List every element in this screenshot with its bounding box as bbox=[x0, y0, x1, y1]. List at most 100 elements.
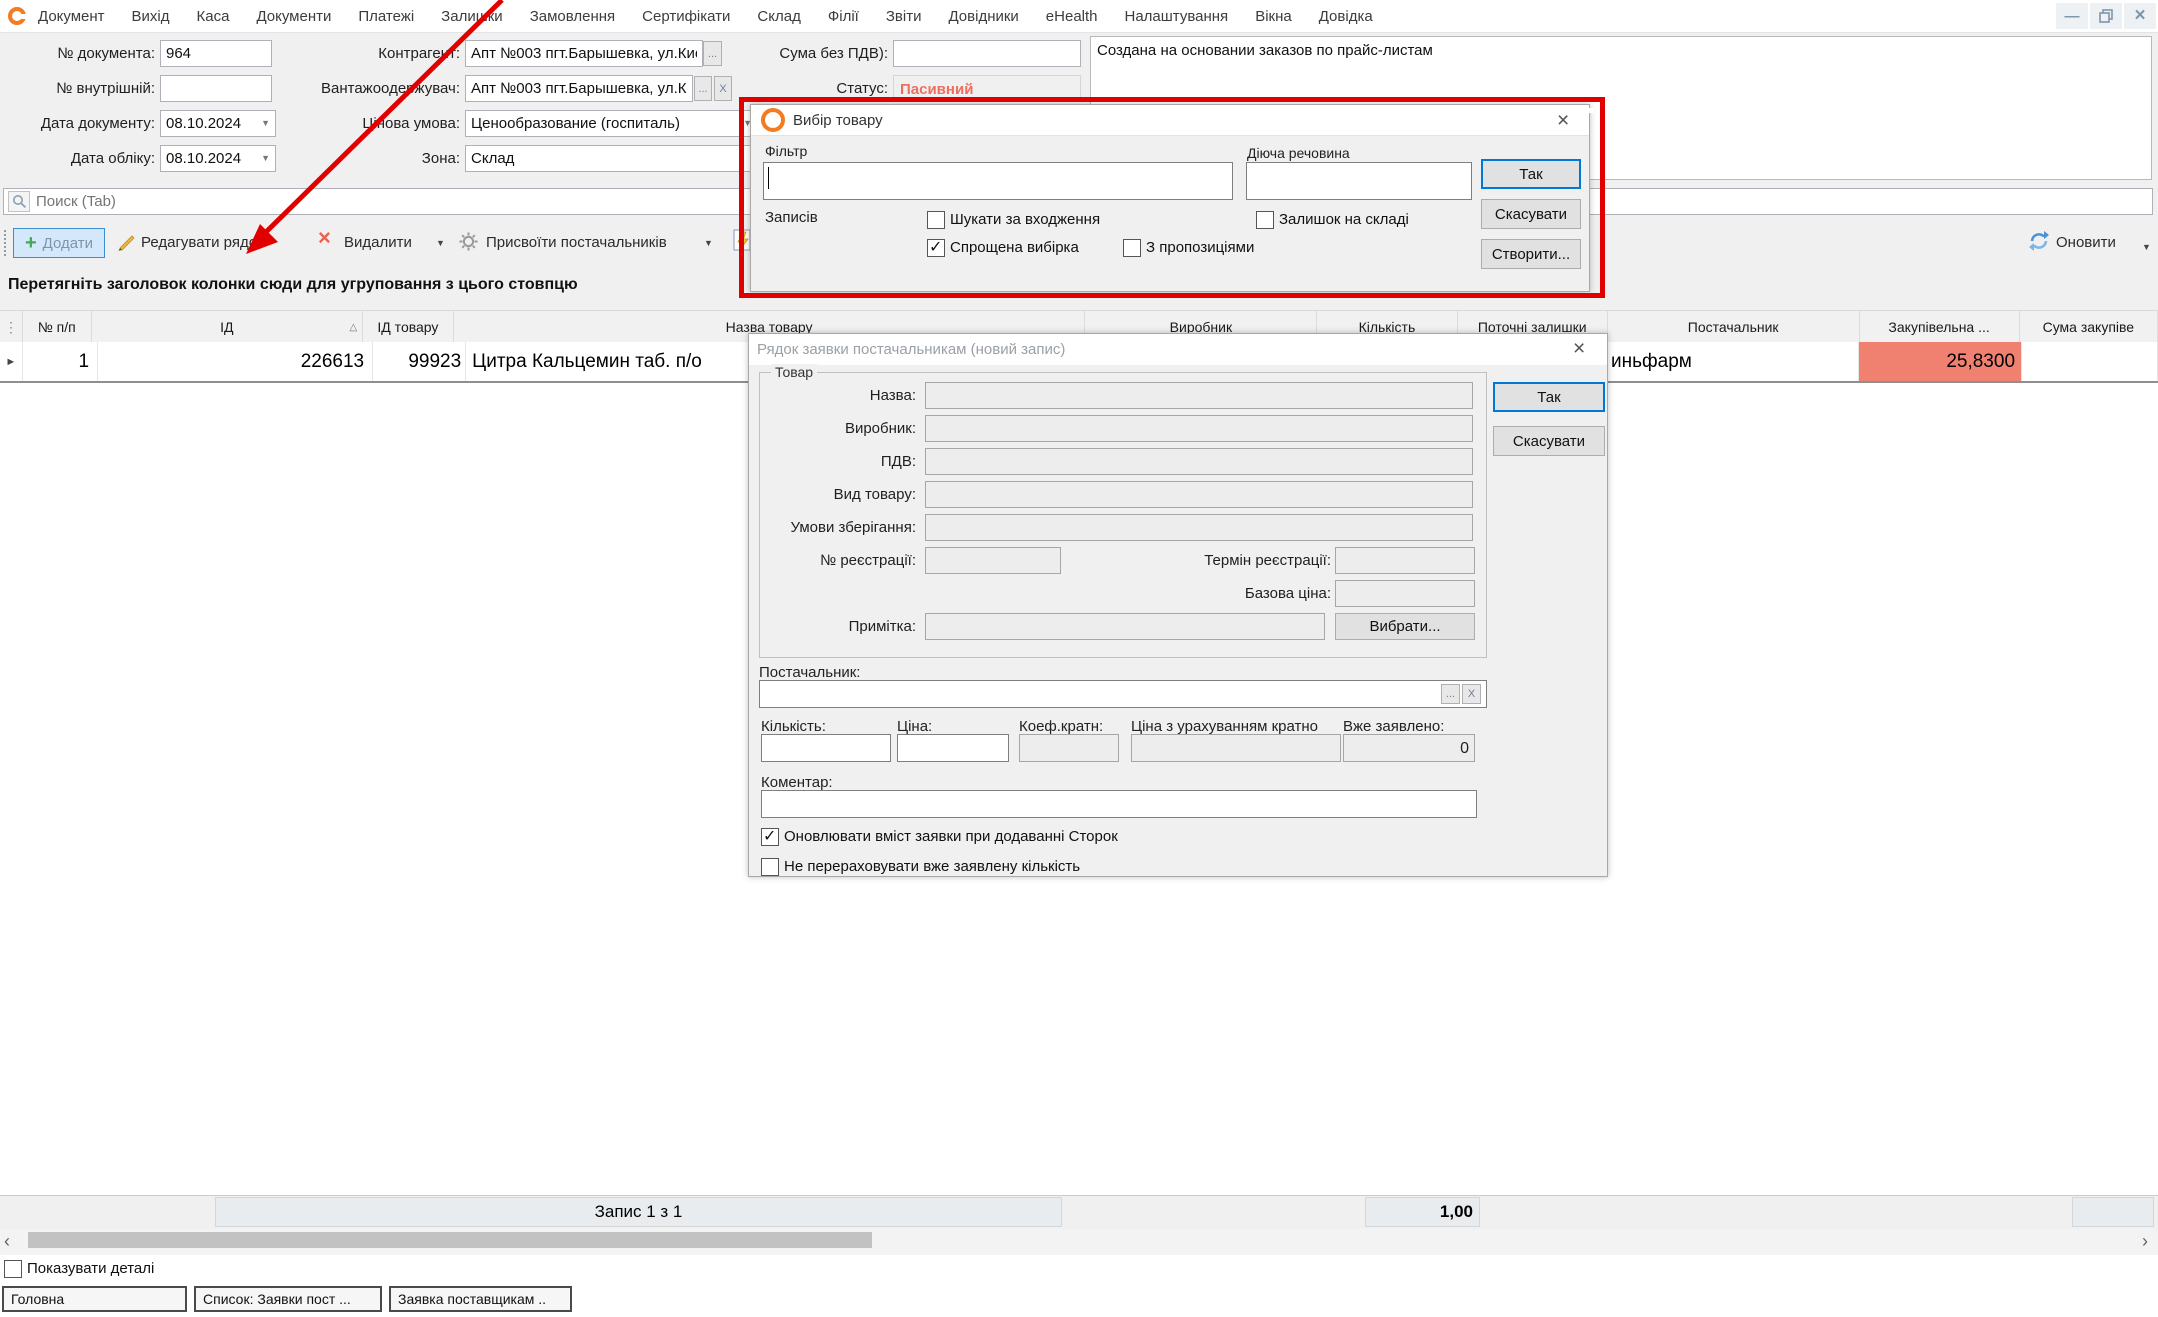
close-icon[interactable]: × bbox=[1557, 110, 1569, 131]
sum-input[interactable] bbox=[893, 40, 1081, 67]
supplier-browse-button[interactable]: ... bbox=[1441, 684, 1460, 704]
restore-button[interactable] bbox=[2090, 3, 2122, 29]
menu-item-exit[interactable]: Вихід bbox=[132, 8, 170, 25]
refresh-button[interactable]: Оновити bbox=[2056, 228, 2116, 258]
menu-item-branches[interactable]: Філії bbox=[828, 8, 859, 25]
menu-item-warehouse[interactable]: Склад bbox=[757, 8, 800, 25]
checkbox-with-offers[interactable]: З пропозиціями bbox=[1123, 239, 1254, 257]
account-date-combo[interactable]: 08.10.2024 ▼ bbox=[160, 145, 276, 172]
checkbox-no-recalc[interactable]: Не перераховувати вже заявлену кількість bbox=[761, 858, 1080, 876]
column-header-purchase-sum[interactable]: Сума закупіве bbox=[2020, 311, 2158, 343]
cell-supplier[interactable]: иньфарм bbox=[1607, 342, 1859, 381]
cell-purchase-price[interactable]: 25,8300 bbox=[1859, 342, 2023, 381]
menu-item-windows[interactable]: Вікна bbox=[1255, 8, 1292, 25]
checkbox-update-request[interactable]: Оновлювати вміст заявки при додаванні Ст… bbox=[761, 828, 1118, 846]
checkbox-simplified-selection[interactable]: Спрощена вибірка bbox=[927, 239, 1079, 257]
menu-item-reports[interactable]: Звіти bbox=[886, 8, 922, 25]
minimize-button[interactable]: — bbox=[2056, 3, 2088, 29]
status-label: Статус: bbox=[760, 75, 888, 102]
registration-term-field[interactable] bbox=[1335, 547, 1475, 574]
tab-supplier-requests-list[interactable]: Список: Заявки пост ... bbox=[194, 1286, 382, 1312]
cell-purchase-sum[interactable] bbox=[2022, 342, 2158, 381]
product-kind-field[interactable] bbox=[925, 481, 1473, 508]
add-button[interactable]: + Додати bbox=[13, 228, 105, 258]
filter-input[interactable] bbox=[763, 162, 1233, 200]
registration-field[interactable] bbox=[925, 547, 1061, 574]
price-input[interactable] bbox=[897, 734, 1009, 762]
product-group-label: Товар bbox=[771, 364, 817, 380]
supplier-clear-button[interactable]: X bbox=[1462, 684, 1481, 704]
supplier-field[interactable] bbox=[759, 680, 1487, 708]
menu-item-certificates[interactable]: Сертифікати bbox=[642, 8, 730, 25]
price-condition-combo[interactable]: Ценообразование (госпиталь) ▼ bbox=[465, 110, 758, 137]
comment-input[interactable] bbox=[761, 790, 1477, 818]
create-button[interactable]: Створити... bbox=[1481, 239, 1581, 269]
total-value: 1,00 bbox=[1365, 1197, 1480, 1227]
cell-id[interactable]: 226613 bbox=[98, 342, 373, 381]
menu-item-orders[interactable]: Замовлення bbox=[530, 8, 615, 25]
close-icon[interactable]: × bbox=[1573, 338, 1585, 359]
scroll-right-icon[interactable]: › bbox=[2142, 1231, 2148, 1251]
declared-label: Вже заявлено: bbox=[1343, 718, 1444, 735]
cell-num[interactable]: 1 bbox=[23, 342, 99, 381]
tab-home[interactable]: Головна bbox=[2, 1286, 187, 1312]
menu-item-kasa[interactable]: Каса bbox=[197, 8, 230, 25]
toolbar-grip[interactable] bbox=[4, 230, 6, 256]
note-field[interactable] bbox=[925, 613, 1325, 640]
supplier-row-dialog-titlebar[interactable]: Рядок заявки постачальникам (новий запис… bbox=[749, 334, 1607, 365]
refresh-dropdown-icon[interactable]: ▼ bbox=[2142, 243, 2151, 252]
column-header-num[interactable]: № п/п bbox=[23, 311, 92, 343]
column-header-id[interactable]: ІД △ bbox=[92, 311, 364, 343]
storage-field[interactable] bbox=[925, 514, 1473, 541]
cell-product-id[interactable]: 99923 bbox=[373, 342, 466, 381]
vat-field[interactable] bbox=[925, 448, 1473, 475]
consignee-input[interactable] bbox=[465, 75, 693, 102]
base-price-field[interactable] bbox=[1335, 580, 1475, 607]
quantity-input[interactable] bbox=[761, 734, 891, 762]
close-button[interactable]: × bbox=[2124, 3, 2156, 29]
cancel-button[interactable]: Скасувати bbox=[1481, 199, 1581, 229]
menu-item-help[interactable]: Довідка bbox=[1319, 8, 1373, 25]
ok-button[interactable]: Так bbox=[1493, 382, 1605, 412]
column-header-product-id[interactable]: ІД товару bbox=[363, 311, 454, 343]
internal-number-input[interactable] bbox=[160, 75, 272, 102]
column-header-purchase-price[interactable]: Закупівельна ... bbox=[1860, 311, 2020, 343]
contractor-input[interactable] bbox=[465, 40, 703, 67]
product-name-field[interactable] bbox=[925, 382, 1473, 409]
menu-item-document[interactable]: Документ bbox=[38, 8, 105, 25]
column-header-supplier[interactable]: Постачальник bbox=[1608, 311, 1860, 343]
edit-row-button[interactable]: Редагувати рядок bbox=[141, 228, 264, 258]
menu-item-settings[interactable]: Налаштування bbox=[1125, 8, 1229, 25]
doc-number-input[interactable] bbox=[160, 40, 272, 67]
menu-item-payments[interactable]: Платежі bbox=[358, 8, 414, 25]
note-label: Примітка: bbox=[761, 613, 916, 640]
delete-button[interactable]: Видалити bbox=[344, 228, 412, 258]
checkbox-stock-in-warehouse[interactable]: Залишок на складі bbox=[1256, 211, 1409, 229]
substance-input[interactable] bbox=[1246, 162, 1472, 200]
scrollbar-thumb[interactable] bbox=[28, 1232, 872, 1248]
zone-input[interactable] bbox=[465, 145, 758, 172]
menu-item-ehealth[interactable]: eHealth bbox=[1046, 8, 1098, 25]
checkbox-search-by-entry[interactable]: Шукати за входження bbox=[927, 211, 1100, 229]
consignee-clear-button[interactable]: X bbox=[714, 76, 732, 101]
contractor-browse-button[interactable]: ... bbox=[703, 41, 722, 66]
consignee-browse-button[interactable]: ... bbox=[694, 76, 712, 101]
menu-item-directories[interactable]: Довідники bbox=[948, 8, 1018, 25]
assign-dropdown-icon[interactable]: ▼ bbox=[704, 239, 713, 248]
ok-button[interactable]: Так bbox=[1481, 159, 1581, 189]
cancel-button[interactable]: Скасувати bbox=[1493, 426, 1605, 456]
scroll-left-icon[interactable]: ‹ bbox=[4, 1231, 10, 1251]
choose-button[interactable]: Вибрати... bbox=[1335, 613, 1475, 640]
column-header-id-label: ІД bbox=[220, 319, 233, 335]
product-select-titlebar[interactable]: Вибір товару bbox=[751, 105, 1589, 136]
menu-item-stock[interactable]: Залишки bbox=[441, 8, 503, 25]
tab-supplier-request[interactable]: Заявка поставщикам .. bbox=[389, 1286, 572, 1312]
doc-date-combo[interactable]: 08.10.2024 ▼ bbox=[160, 110, 276, 137]
assign-suppliers-button[interactable]: Присвоїти постачальників bbox=[486, 228, 667, 258]
doc-date-label: Дата документу: bbox=[0, 110, 155, 137]
menu-item-documents[interactable]: Документи bbox=[256, 8, 331, 25]
checkbox-show-details[interactable]: Показувати деталі bbox=[4, 1260, 154, 1278]
supplier-row-dialog: Рядок заявки постачальникам (новий запис… bbox=[748, 333, 1608, 877]
delete-dropdown-icon[interactable]: ▼ bbox=[436, 239, 445, 248]
manufacturer-field[interactable] bbox=[925, 415, 1473, 442]
